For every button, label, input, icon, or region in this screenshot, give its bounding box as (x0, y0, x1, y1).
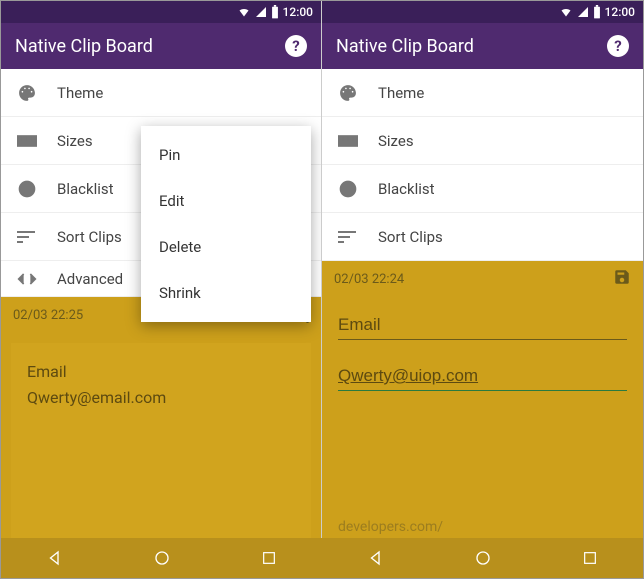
signal-icon (255, 6, 267, 18)
settings-label: Blacklist (57, 180, 114, 198)
menu-item-shrink[interactable]: Shrink (141, 270, 311, 316)
battery-icon (271, 5, 279, 19)
help-icon[interactable]: ? (285, 35, 307, 57)
block-icon (17, 179, 57, 199)
app-bar: Native Clip Board ? (1, 23, 321, 69)
app-bar: Native Clip Board ? (322, 23, 643, 69)
clip-header: 02/03 22:24 (322, 261, 643, 297)
clip-title-text: Email (27, 359, 295, 385)
status-bar: 12:00 (1, 1, 321, 23)
block-icon (338, 179, 378, 199)
sort-icon (17, 230, 57, 244)
nav-back-button[interactable] (1, 549, 108, 567)
palette-icon (17, 83, 57, 103)
ruler-icon (338, 134, 378, 148)
nav-recent-button[interactable] (536, 550, 643, 566)
help-icon[interactable]: ? (607, 35, 629, 57)
settings-label: Sort Clips (378, 228, 443, 246)
faded-preview-text: developers.com/ (338, 519, 627, 535)
settings-item-sizes[interactable]: Sizes (322, 117, 643, 165)
status-bar: 12:00 (322, 1, 643, 23)
settings-label: Sizes (378, 132, 414, 150)
status-time: 12:00 (605, 5, 635, 19)
sort-icon (338, 230, 378, 244)
battery-icon (593, 5, 601, 19)
signal-icon (577, 6, 589, 18)
clip-timestamp: 02/03 22:25 (13, 308, 83, 323)
nav-home-button[interactable] (108, 549, 215, 567)
clip-card[interactable]: Email Qwerty@email.com (11, 343, 311, 568)
code-icon (17, 271, 57, 287)
palette-icon (338, 83, 378, 103)
clip-timestamp: 02/03 22:24 (334, 272, 404, 287)
settings-item-theme[interactable]: Theme (322, 69, 643, 117)
menu-item-pin[interactable]: Pin (141, 132, 311, 178)
settings-label: Sort Clips (57, 228, 122, 246)
settings-item-theme[interactable]: Theme (1, 69, 321, 117)
settings-list: Theme Sizes Blacklist Sort Clips (322, 69, 643, 261)
clip-title-input[interactable] (338, 307, 627, 340)
app-title: Native Clip Board (15, 36, 153, 57)
settings-item-sort[interactable]: Sort Clips (322, 213, 643, 261)
nav-recent-button[interactable] (215, 550, 322, 566)
settings-item-blacklist[interactable]: Blacklist (322, 165, 643, 213)
settings-label: Theme (57, 84, 103, 102)
settings-label: Sizes (57, 132, 93, 150)
wifi-icon (559, 6, 573, 18)
ruler-icon (17, 134, 57, 148)
menu-item-delete[interactable]: Delete (141, 224, 311, 270)
context-menu: Pin Edit Delete Shrink (141, 126, 311, 322)
save-icon[interactable] (613, 268, 631, 290)
wifi-icon (237, 6, 251, 18)
menu-item-edit[interactable]: Edit (141, 178, 311, 224)
nav-home-button[interactable] (429, 549, 536, 567)
settings-label: Blacklist (378, 180, 435, 198)
clip-edit-card: developers.com/ (322, 297, 643, 578)
nav-back-button[interactable] (322, 549, 429, 567)
settings-label: Theme (378, 84, 424, 102)
app-title: Native Clip Board (336, 36, 474, 57)
clip-body-text: Qwerty@email.com (27, 385, 295, 411)
nav-bar (1, 538, 643, 578)
status-time: 12:00 (283, 5, 313, 19)
settings-label: Advanced (57, 270, 123, 288)
clip-body-input[interactable] (338, 358, 627, 391)
